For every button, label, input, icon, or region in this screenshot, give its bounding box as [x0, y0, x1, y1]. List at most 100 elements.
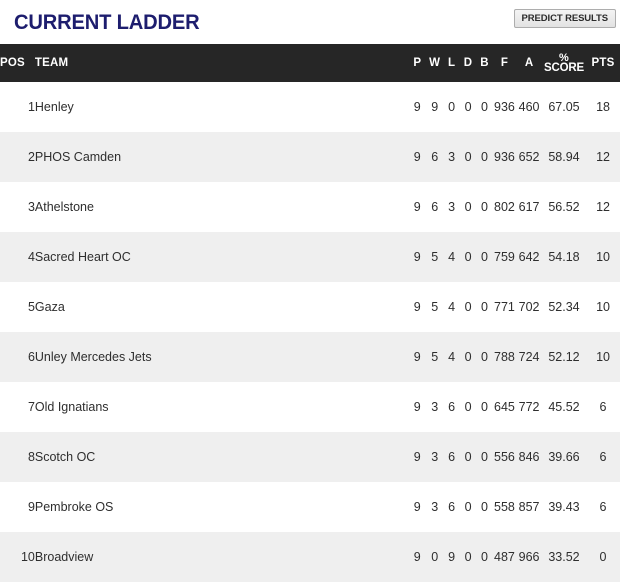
cell-percent-score: 67.05: [548, 100, 580, 114]
cell-team-name[interactable]: Gaza: [35, 282, 409, 332]
cell-position: 8: [27, 450, 35, 464]
cell-against: 857: [518, 500, 540, 514]
ladder-table-header: POS TEAM P W L D B F A % SCORE PTS: [0, 44, 620, 82]
cell-lost: 6: [448, 500, 456, 514]
cell-won: 6: [431, 150, 439, 164]
cell-won: 6: [431, 200, 439, 214]
cell-against: 966: [518, 550, 540, 564]
cell-lost: 3: [448, 200, 456, 214]
header-row: POS TEAM P W L D B F A % SCORE PTS: [0, 44, 620, 82]
cell-byes: 0: [480, 400, 488, 414]
column-header-w: W: [429, 57, 441, 69]
table-row[interactable]: 2 PHOS Camden 9 6 3 0 0 936 652 58.94 12: [0, 132, 620, 182]
cell-position: 3: [27, 200, 35, 214]
table-row[interactable]: 5 Gaza 9 5 4 0 0 771 702 52.34 10: [0, 282, 620, 332]
cell-against: 772: [518, 400, 540, 414]
cell-position: 10: [20, 550, 35, 564]
cell-byes: 0: [480, 350, 488, 364]
cell-percent-score: 58.94: [548, 150, 580, 164]
column-header-d: D: [463, 57, 473, 69]
cell-for: 556: [494, 450, 515, 464]
cell-byes: 0: [480, 100, 488, 114]
cell-drawn: 0: [464, 200, 472, 214]
cell-points: 12: [596, 200, 610, 214]
cell-points: 6: [599, 500, 607, 514]
cell-won: 3: [431, 450, 439, 464]
cell-position: 6: [27, 350, 35, 364]
cell-team-name[interactable]: Sacred Heart OC: [35, 232, 409, 282]
table-row[interactable]: 7 Old Ignatians 9 3 6 0 0 645 772 45.52 6: [0, 382, 620, 432]
cell-position: 9: [27, 500, 35, 514]
cell-percent-score: 54.18: [548, 250, 580, 264]
cell-played: 9: [413, 350, 421, 364]
cell-position: 7: [27, 400, 35, 414]
cell-drawn: 0: [464, 250, 472, 264]
cell-position: 1: [27, 100, 35, 114]
table-row[interactable]: 10 Broadview 9 0 9 0 0 487 966 33.52 0: [0, 532, 620, 582]
cell-played: 9: [413, 150, 421, 164]
cell-team-name[interactable]: Athelstone: [35, 182, 409, 232]
cell-team-name[interactable]: Old Ignatians: [35, 382, 409, 432]
cell-won: 5: [431, 250, 439, 264]
cell-percent-score: 33.52: [548, 550, 580, 564]
ladder-table-body: 1 Henley 9 9 0 0 0 936 460 67.05 18 2 PHOS Camden 9 6 3…: [0, 82, 620, 582]
cell-lost: 0: [448, 100, 456, 114]
cell-position: 2: [27, 150, 35, 164]
cell-lost: 6: [448, 400, 456, 414]
cell-won: 5: [431, 350, 439, 364]
cell-position: 4: [27, 250, 35, 264]
column-header-l: L: [448, 57, 456, 69]
cell-for: 788: [494, 350, 515, 364]
cell-byes: 0: [480, 550, 488, 564]
predict-results-button[interactable]: PREDICT RESULTS: [513, 9, 616, 28]
cell-against: 702: [518, 300, 540, 314]
cell-points: 10: [596, 350, 610, 364]
cell-points: 0: [599, 550, 607, 564]
cell-won: 5: [431, 300, 439, 314]
column-header-pts: PTS: [591, 57, 615, 69]
cell-won: 3: [431, 500, 439, 514]
column-header-team: TEAM: [34, 57, 69, 69]
cell-team-name[interactable]: Scotch OC: [35, 432, 409, 482]
cell-lost: 4: [448, 350, 456, 364]
cell-points: 10: [596, 250, 610, 264]
cell-against: 460: [518, 100, 540, 114]
cell-team-name[interactable]: Broadview: [35, 532, 409, 582]
cell-for: 759: [494, 250, 515, 264]
cell-for: 487: [494, 550, 515, 564]
table-row[interactable]: 3 Athelstone 9 6 3 0 0 802 617 56.52 12: [0, 182, 620, 232]
score-word: SCORE: [544, 61, 584, 74]
cell-drawn: 0: [464, 400, 472, 414]
cell-byes: 0: [480, 250, 488, 264]
cell-percent-score: 39.43: [548, 500, 580, 514]
table-row[interactable]: 1 Henley 9 9 0 0 0 936 460 67.05 18: [0, 82, 620, 132]
cell-team-name[interactable]: Unley Mercedes Jets: [35, 332, 409, 382]
cell-against: 652: [518, 150, 540, 164]
cell-byes: 0: [480, 500, 488, 514]
column-header-percent-score: % SCORE: [542, 44, 586, 82]
cell-for: 936: [494, 150, 515, 164]
cell-lost: 6: [448, 450, 456, 464]
table-row[interactable]: 6 Unley Mercedes Jets 9 5 4 0 0 788 724 52.12 10: [0, 332, 620, 382]
cell-played: 9: [413, 550, 421, 564]
column-header-pos: POS: [0, 57, 25, 69]
table-row[interactable]: 9 Pembroke OS 9 3 6 0 0 558 857 39.43 6: [0, 482, 620, 532]
ladder-table: POS TEAM P W L D B F A % SCORE PTS 1 Henl…: [0, 44, 620, 582]
cell-team-name[interactable]: Pembroke OS: [35, 482, 409, 532]
cell-percent-score: 52.12: [548, 350, 580, 364]
table-row[interactable]: 8 Scotch OC 9 3 6 0 0 556 846 39.66 6: [0, 432, 620, 482]
table-row[interactable]: 4 Sacred Heart OC 9 5 4 0 0 759 642 54.18 10: [0, 232, 620, 282]
cell-byes: 0: [480, 300, 488, 314]
page-title: CURRENT LADDER: [14, 10, 200, 34]
cell-points: 6: [599, 450, 607, 464]
cell-lost: 3: [448, 150, 456, 164]
cell-against: 724: [518, 350, 540, 364]
cell-won: 0: [431, 550, 439, 564]
cell-played: 9: [413, 250, 421, 264]
cell-points: 6: [599, 400, 607, 414]
cell-against: 617: [518, 200, 540, 214]
cell-played: 9: [413, 400, 421, 414]
cell-team-name[interactable]: Henley: [35, 82, 409, 132]
cell-team-name[interactable]: PHOS Camden: [35, 132, 409, 182]
cell-percent-score: 45.52: [548, 400, 580, 414]
